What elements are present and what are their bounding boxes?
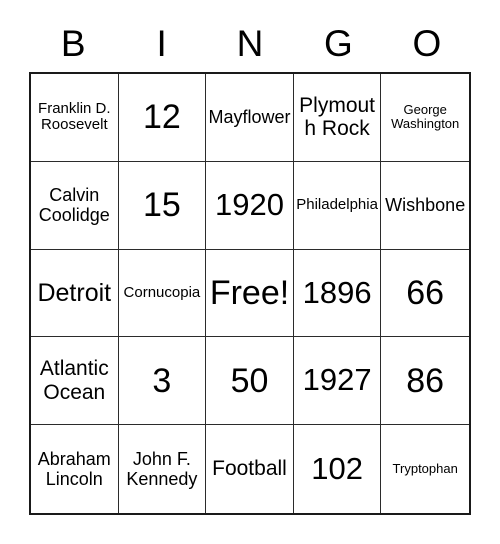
bingo-cell-r5-c1[interactable]: Abraham Lincoln <box>31 425 119 513</box>
bingo-cell-r1-c5[interactable]: George Washington <box>381 74 469 162</box>
bingo-cell-r4-c5[interactable]: 86 <box>381 337 469 426</box>
bingo-cell-label: 66 <box>406 273 445 312</box>
bingo-cell-r1-c1[interactable]: Franklin D. Roosevelt <box>31 74 119 162</box>
bingo-cell-label: 1927 <box>302 362 372 398</box>
bingo-cell-label: Football <box>212 457 287 481</box>
bingo-cell-r4-c2[interactable]: 3 <box>118 337 207 426</box>
header-letter-i: I <box>156 22 167 64</box>
bingo-cell-r3-c2[interactable]: Cornucopia <box>118 249 207 338</box>
bingo-cell-label: Calvin Coolidge <box>38 185 110 226</box>
bingo-cell-label: Detroit <box>37 278 112 307</box>
bingo-cell-r2-c2[interactable]: 15 <box>118 161 207 250</box>
bingo-cell-label: Tryptophan <box>392 460 458 476</box>
bingo-cell-label: Plymouth Rock <box>299 93 376 141</box>
bingo-cell-r2-c5[interactable]: Wishbone <box>381 161 469 250</box>
bingo-cell-label: 102 <box>311 450 363 486</box>
bingo-cell-label: 86 <box>406 361 445 400</box>
bingo-cell-r5-c3[interactable]: Football <box>206 425 294 513</box>
bingo-cell-label: 12 <box>142 98 181 137</box>
header-letter-g: G <box>324 22 353 64</box>
bingo-grid: Franklin D. Roosevelt 12 Mayflower Plymouth… <box>29 72 471 515</box>
header-letter-n: N <box>236 22 264 64</box>
bingo-header-row: B I N G O <box>29 14 471 72</box>
bingo-cell-r3-c5[interactable]: 66 <box>381 249 469 338</box>
bingo-cell-label: Franklin D. Roosevelt <box>38 99 111 134</box>
bingo-cell-r5-c2[interactable]: John F. Kennedy <box>118 425 207 513</box>
header-letter-o: O <box>412 22 442 64</box>
bingo-cell-r2-c1[interactable]: Calvin Coolidge <box>31 161 119 250</box>
bingo-cell-label: Atlantic Ocean <box>39 357 109 404</box>
bingo-cell-r4-c1[interactable]: Atlantic Ocean <box>31 337 119 426</box>
bingo-cell-label: Philadelphia <box>296 195 378 213</box>
bingo-cell-r2-c4[interactable]: Philadelphia <box>293 161 382 250</box>
bingo-cell-label: 15 <box>142 186 181 225</box>
header-letter-b: B <box>60 22 86 64</box>
bingo-cell-label: Wishbone <box>385 195 466 216</box>
bingo-cell-r5-c4[interactable]: 102 <box>293 425 382 513</box>
bingo-cell-free-space[interactable]: Free! <box>206 249 294 338</box>
bingo-card: B I N G O Franklin D. Roosevelt 12 Mayflow… <box>0 0 500 544</box>
bingo-cell-r3-c1[interactable]: Detroit <box>31 249 119 338</box>
bingo-cell-r3-c4[interactable]: 1896 <box>293 249 382 338</box>
bingo-cell-label: 1896 <box>302 274 372 310</box>
bingo-cell-r1-c2[interactable]: 12 <box>118 74 207 162</box>
bingo-cell-r2-c3[interactable]: 1920 <box>206 161 294 250</box>
bingo-cell-label: Cornucopia <box>123 283 201 301</box>
bingo-cell-label: Mayflower <box>208 107 291 128</box>
bingo-cell-label: Free! <box>209 273 290 312</box>
bingo-cell-label: 50 <box>230 361 269 400</box>
bingo-cell-label: Abraham Lincoln <box>37 448 111 490</box>
bingo-cell-r4-c3[interactable]: 50 <box>206 337 294 426</box>
bingo-cell-label: 1920 <box>215 186 284 222</box>
bingo-cell-r5-c5[interactable]: Tryptophan <box>381 425 469 513</box>
bingo-cell-label: John F. Kennedy <box>126 448 198 490</box>
bingo-cell-label: George Washington <box>391 101 460 132</box>
bingo-cell-r4-c4[interactable]: 1927 <box>293 337 382 426</box>
bingo-cell-label: 3 <box>152 361 172 400</box>
bingo-cell-r1-c3[interactable]: Mayflower <box>206 74 294 162</box>
bingo-cell-r1-c4[interactable]: Plymouth Rock <box>293 74 382 162</box>
